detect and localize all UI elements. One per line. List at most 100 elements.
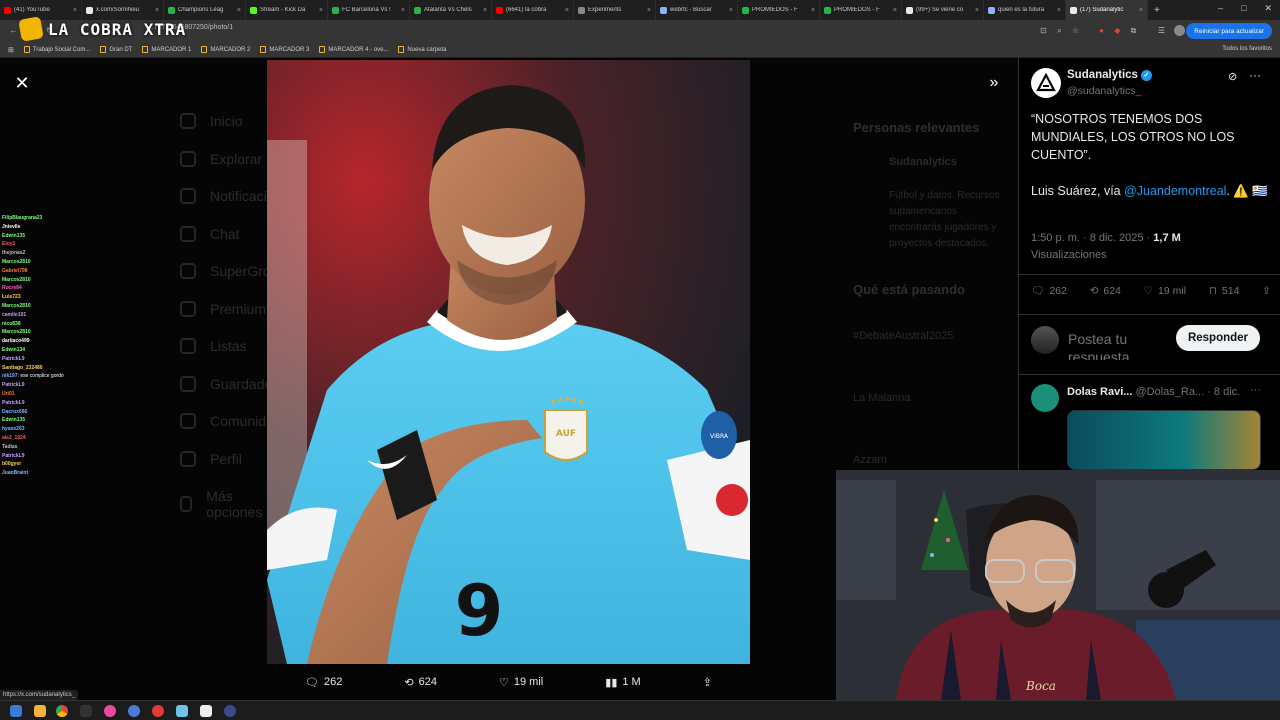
update-button[interactable]: Reiniciar para actualizar bbox=[1186, 23, 1272, 39]
chrome-icon[interactable] bbox=[56, 705, 68, 717]
bookmark-item[interactable]: Nueva carpeta bbox=[398, 46, 446, 53]
browser-tab[interactable]: quien es la futura × bbox=[984, 0, 1066, 20]
browser-tab[interactable]: (17) Sudanalytic × bbox=[1066, 0, 1148, 20]
tab-close-icon[interactable]: × bbox=[483, 7, 487, 14]
browser-tab[interactable]: (41) YouTube × bbox=[0, 0, 82, 20]
tweet-quote: “NOSOTROS TENEMOS DOS MUNDIALES, LOS OTR… bbox=[1031, 112, 1235, 162]
browser-tab[interactable]: Stream - Kick Da × bbox=[246, 0, 328, 20]
tab-close-icon[interactable]: × bbox=[401, 7, 405, 14]
install-icon[interactable]: ⊡ bbox=[1038, 25, 1049, 36]
bookmark-item[interactable]: MARCADOR 2 bbox=[201, 46, 250, 53]
app-icon[interactable] bbox=[176, 705, 188, 717]
mention-link[interactable]: @Juandemontreal bbox=[1124, 184, 1226, 198]
tab-close-icon[interactable]: × bbox=[647, 7, 651, 14]
close-icon[interactable]: ✕ bbox=[12, 73, 32, 93]
bookmark-item[interactable]: Gran DT bbox=[100, 46, 132, 53]
share-action[interactable]: ⇪ bbox=[703, 676, 712, 689]
zoom-icon[interactable]: ⌕ bbox=[1054, 25, 1065, 36]
browser-tab[interactable]: PROMIEDOS - F × bbox=[738, 0, 820, 20]
window-close-icon[interactable]: ✕ bbox=[1264, 3, 1272, 14]
tab-close-icon[interactable]: × bbox=[565, 7, 569, 14]
tab-close-icon[interactable]: × bbox=[237, 7, 241, 14]
like-action[interactable]: ♡ 19 mil bbox=[499, 676, 543, 689]
bookmark-action[interactable]: ⊓ 514 bbox=[1209, 284, 1240, 297]
tab-search-icon[interactable]: ☰ bbox=[1156, 25, 1167, 36]
reply-media[interactable] bbox=[1067, 410, 1261, 470]
tab-close-icon[interactable]: × bbox=[811, 7, 815, 14]
back-icon[interactable]: ← bbox=[8, 25, 19, 36]
author-name[interactable]: Sudanalytics bbox=[1067, 69, 1138, 81]
tab-label: PROMIEDOS - F bbox=[834, 7, 880, 13]
app-icon[interactable] bbox=[200, 705, 212, 717]
file-explorer-icon[interactable] bbox=[34, 705, 46, 717]
share-action[interactable]: ⇪ bbox=[1262, 284, 1271, 297]
app-icon[interactable] bbox=[80, 705, 92, 717]
more-options-icon[interactable]: ··· bbox=[1249, 68, 1261, 82]
browser-tab[interactable]: FC Barcelona Vs ! × bbox=[328, 0, 410, 20]
tab-close-icon[interactable]: × bbox=[73, 7, 77, 14]
browser-tab[interactable]: x.com/Sornihieu × bbox=[82, 0, 164, 20]
minimize-icon[interactable]: – bbox=[1218, 3, 1223, 14]
chevron-double-right-icon[interactable]: » bbox=[984, 73, 1004, 93]
bookmark-item[interactable]: MARCADOR 1 bbox=[142, 46, 191, 53]
browser-tab[interactable]: Champions Leag × bbox=[164, 0, 246, 20]
author-handle[interactable]: @sudanalytics_ bbox=[1067, 85, 1141, 97]
browser-tab[interactable]: Atalanta Vs Chels × bbox=[410, 0, 492, 20]
tab-label: webrtc - Buscar bbox=[670, 7, 712, 13]
tweet-timestamp[interactable]: 1:50 p. m. · 8 dic. 2025 · bbox=[1031, 232, 1153, 244]
app-icon[interactable] bbox=[152, 705, 164, 717]
tab-close-icon[interactable]: × bbox=[1057, 7, 1061, 14]
extension-icon[interactable]: ◆ bbox=[1112, 25, 1123, 36]
browser-tab[interactable]: PROMIEDOS - F × bbox=[820, 0, 902, 20]
app-icon[interactable] bbox=[128, 705, 140, 717]
tweet-photo[interactable]: AUF VIBRA 9 bbox=[267, 60, 750, 664]
app-icon[interactable] bbox=[104, 705, 116, 717]
like-action[interactable]: ♡ 19 mil bbox=[1144, 284, 1186, 297]
tab-close-icon[interactable]: × bbox=[155, 7, 159, 14]
browser-tab[interactable]: (99+) Se viene co × bbox=[902, 0, 984, 20]
browser-tab[interactable]: (6641) la cobra × bbox=[492, 0, 574, 20]
bookmark-item[interactable]: MARCADOR 4 - ove... bbox=[319, 46, 388, 53]
reply-action[interactable]: 🗨 262 bbox=[1031, 284, 1067, 298]
views-action[interactable]: ▮▮ 1 M bbox=[605, 676, 640, 689]
grok-icon[interactable]: ⊘ bbox=[1228, 70, 1237, 83]
new-tab-button[interactable]: + bbox=[1148, 5, 1166, 16]
repost-action[interactable]: ⟲ 624 bbox=[404, 676, 437, 689]
author-avatar[interactable] bbox=[1031, 68, 1061, 98]
reply-date[interactable]: · 8 dic. bbox=[1207, 386, 1240, 398]
tab-close-icon[interactable]: × bbox=[319, 7, 323, 14]
browser-tab[interactable]: webrtc - Buscar × bbox=[656, 0, 738, 20]
maximize-icon[interactable]: □ bbox=[1241, 3, 1246, 14]
chat-message: Tadias bbox=[2, 443, 122, 452]
tab-close-icon[interactable]: × bbox=[729, 7, 733, 14]
start-icon[interactable] bbox=[10, 705, 22, 717]
repost-action[interactable]: ⟲ 624 bbox=[1090, 284, 1121, 297]
chat-username: b00gyer bbox=[2, 461, 22, 468]
app-icon[interactable] bbox=[224, 705, 236, 717]
all-bookmarks-button[interactable]: Todos los favoritos bbox=[1222, 46, 1272, 52]
tab-favicon-icon bbox=[414, 6, 421, 14]
photo-action-bar: 🗨 262 ⟲ 624 ♡ 19 mil ▮▮ 1 M ⇪ bbox=[267, 668, 750, 696]
profile-avatar[interactable] bbox=[1174, 25, 1185, 36]
tab-close-icon[interactable]: × bbox=[975, 7, 979, 14]
author-name-row[interactable]: Sudanalytics ✓ bbox=[1067, 69, 1152, 81]
reply-author-handle[interactable]: @Dolas_Ra... bbox=[1135, 386, 1204, 398]
reply-author-name[interactable]: Dolas Ravi... bbox=[1067, 386, 1132, 398]
bookmark-item[interactable]: MARCADOR 3 bbox=[260, 46, 309, 53]
reply-button[interactable]: Responder bbox=[1176, 325, 1260, 351]
apps-icon[interactable]: ⊞ bbox=[8, 46, 14, 54]
relevant-person-bio: Fútbol y datos. Recursos sudamericanos e… bbox=[889, 190, 1000, 249]
extensions-icon[interactable]: ⧉ bbox=[1128, 25, 1139, 36]
tab-close-icon[interactable]: × bbox=[893, 7, 897, 14]
reply-author-avatar[interactable] bbox=[1031, 384, 1059, 412]
browser-tab[interactable]: Experiments × bbox=[574, 0, 656, 20]
extension-red-icon[interactable]: ● bbox=[1096, 25, 1107, 36]
bookmark-star-icon[interactable]: ☆ bbox=[1070, 25, 1081, 36]
x-nav-label: Chat bbox=[210, 225, 240, 242]
reply-input[interactable]: Postea tu respuesta bbox=[1068, 330, 1178, 360]
tab-close-icon[interactable]: × bbox=[1139, 7, 1143, 14]
stream-logo: LA COBRA XTRA bbox=[18, 16, 186, 42]
more-options-icon[interactable]: ··· bbox=[1250, 384, 1261, 396]
bookmark-item[interactable]: Trabajo Social Com... bbox=[23, 46, 90, 53]
reply-action[interactable]: 🗨 262 bbox=[305, 676, 342, 689]
